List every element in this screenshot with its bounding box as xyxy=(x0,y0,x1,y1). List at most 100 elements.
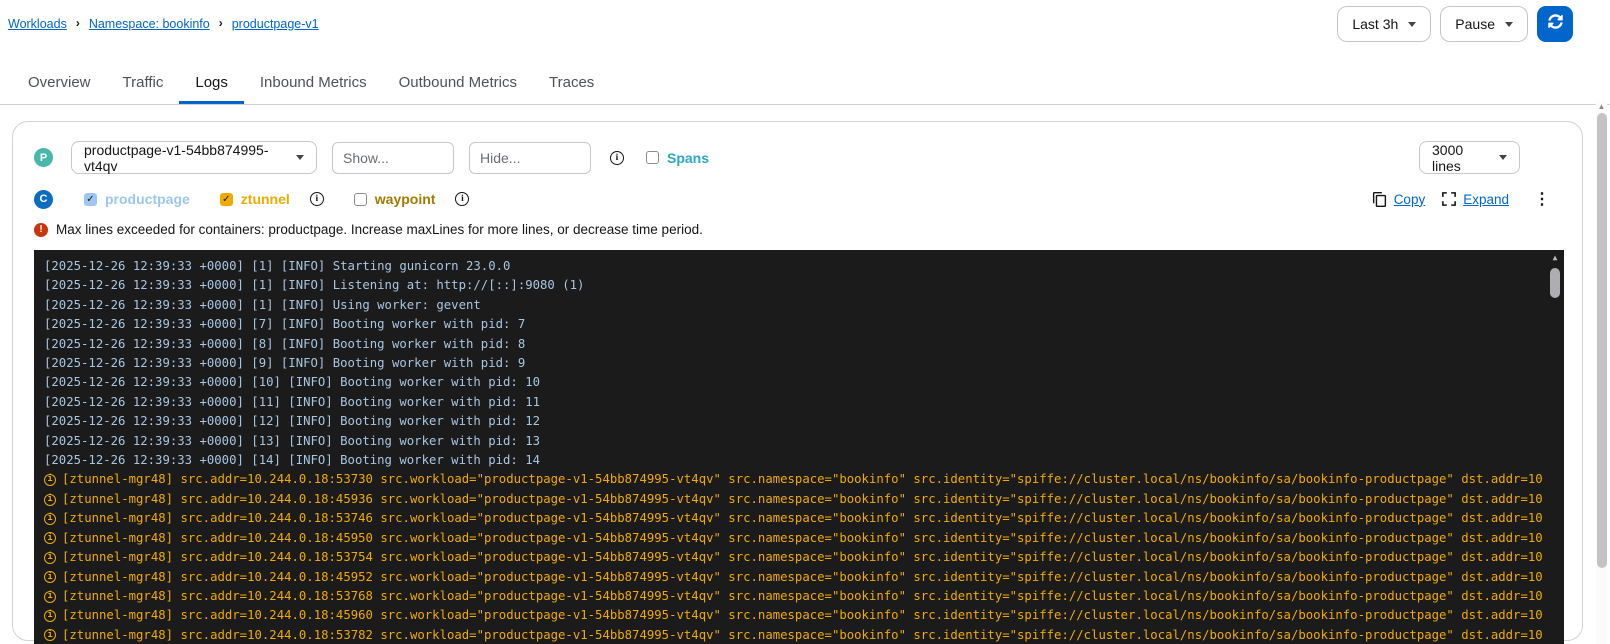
page-scrollbar[interactable]: ▲ xyxy=(1596,101,1607,644)
info-circle-icon: i xyxy=(44,610,56,623)
waypoint-info-icon[interactable]: i xyxy=(455,192,470,206)
log-line-text: [2025-12-26 12:39:33 +0000] [8] [INFO] B… xyxy=(44,336,526,351)
info-circle-icon: i xyxy=(44,512,56,525)
time-range-dropdown[interactable]: Last 3h xyxy=(1337,6,1432,42)
exclamation-circle-icon: ! xyxy=(34,222,48,237)
log-line: [2025-12-26 12:39:33 +0000] [10] [INFO] … xyxy=(44,373,1544,392)
log-line-text: [ztunnel-mgr48] src.addr=10.244.0.18:537… xyxy=(62,472,1544,487)
log-line-text: [2025-12-26 12:39:33 +0000] [1] [INFO] S… xyxy=(44,259,511,273)
pod-select-value: productpage-v1-54bb874995-vt4qv xyxy=(84,141,269,174)
log-line: i [ztunnel-mgr48] src.addr=10.244.0.18:53… xyxy=(44,470,1544,489)
tab-traffic[interactable]: Traffic xyxy=(107,64,180,104)
waypoint-checkbox[interactable] xyxy=(353,192,367,206)
breadcrumb-namespace[interactable]: Namespace: bookinfo xyxy=(89,17,210,31)
log-lines: [2025-12-26 12:39:33 +0000] [1] [INFO] S… xyxy=(44,257,1544,644)
log-line-text: [2025-12-26 12:39:33 +0000] [7] [INFO] B… xyxy=(44,317,526,332)
containers-toolbar: C ✓ productpage ✓ ztunnel i waypoint i Copy Ex… xyxy=(34,189,1582,209)
container-badge-icon: C xyxy=(34,189,53,209)
spans-label: Spans xyxy=(667,149,710,166)
header-controls: Last 3h Pause xyxy=(1337,6,1573,42)
chevron-right-icon: › xyxy=(218,16,223,30)
log-line: i [ztunnel-mgr48] src.addr=10.244.0.18:45… xyxy=(44,568,1544,587)
log-viewer[interactable]: [2025-12-26 12:39:33 +0000] [1] [INFO] S… xyxy=(34,250,1564,644)
log-line: [2025-12-26 12:39:33 +0000] [1] [INFO] S… xyxy=(44,257,1544,276)
log-line-text: [2025-12-26 12:39:33 +0000] [1] [INFO] L… xyxy=(44,278,585,293)
chevron-right-icon: › xyxy=(75,16,80,30)
log-line: [2025-12-26 12:39:33 +0000] [14] [INFO] … xyxy=(44,451,1544,470)
chevron-down-icon xyxy=(1408,21,1417,27)
log-line: i [ztunnel-mgr48] src.addr=10.244.0.18:45… xyxy=(44,606,1544,625)
log-line: i [ztunnel-mgr48] src.addr=10.244.0.18:53… xyxy=(44,587,1544,606)
container-toggle-waypoint[interactable]: waypoint i xyxy=(353,191,470,207)
hide-filter-input[interactable] xyxy=(469,141,591,174)
copy-link[interactable]: Copy xyxy=(1394,192,1426,207)
expand-icon xyxy=(1442,192,1457,206)
log-line-text: [2025-12-26 12:39:33 +0000] [13] [INFO] … xyxy=(44,433,541,448)
log-line: [2025-12-26 12:39:33 +0000] [9] [INFO] B… xyxy=(44,354,1544,373)
log-line-text: [2025-12-26 12:39:33 +0000] [12] [INFO] … xyxy=(44,414,541,429)
logs-card: P productpage-v1-54bb874995-vt4qv i Span… xyxy=(12,121,1583,644)
log-line-text: [ztunnel-mgr48] src.addr=10.244.0.18:537… xyxy=(62,627,1544,642)
log-line-text: [2025-12-26 12:39:33 +0000] [10] [INFO] … xyxy=(44,375,541,390)
log-line-text: [ztunnel-mgr48] src.addr=10.244.0.18:537… xyxy=(62,550,1544,565)
log-toolbar: P productpage-v1-54bb874995-vt4qv i Span… xyxy=(34,141,1582,174)
tab-logs[interactable]: Logs xyxy=(179,64,244,104)
log-line: [2025-12-26 12:39:33 +0000] [1] [INFO] U… xyxy=(44,296,1544,315)
kebab-menu-icon[interactable]: ⋮ xyxy=(1534,189,1550,209)
waypoint-label: waypoint xyxy=(374,191,436,207)
info-circle-icon: i xyxy=(44,532,56,545)
log-line: i [ztunnel-mgr48] src.addr=10.244.0.18:45… xyxy=(44,529,1544,548)
log-line: [2025-12-26 12:39:33 +0000] [11] [INFO] … xyxy=(44,393,1544,412)
breadcrumb-workload-name[interactable]: productpage-v1 xyxy=(232,17,319,31)
scroll-up-icon[interactable]: ▲ xyxy=(1553,253,1558,263)
info-circle-icon: i xyxy=(44,551,56,564)
breadcrumb-workloads[interactable]: Workloads xyxy=(8,17,67,31)
chevron-down-icon xyxy=(1505,21,1513,27)
chevron-down-icon xyxy=(296,155,304,160)
container-toggle-productpage[interactable]: ✓ productpage xyxy=(84,191,190,207)
refresh-icon xyxy=(1547,14,1563,34)
tab-inbound-metrics[interactable]: Inbound Metrics xyxy=(244,64,383,104)
warning-text: Max lines exceeded for containers: produ… xyxy=(56,222,703,237)
info-circle-icon: i xyxy=(44,493,56,506)
log-line-text: [ztunnel-mgr48] src.addr=10.244.0.18:537… xyxy=(62,588,1544,603)
log-line-text: [2025-12-26 12:39:33 +0000] [9] [INFO] B… xyxy=(44,356,526,371)
log-line: i [ztunnel-mgr48] src.addr=10.244.0.18:53… xyxy=(44,509,1544,528)
page-scrollbar-thumb[interactable] xyxy=(1596,113,1607,568)
pod-select[interactable]: productpage-v1-54bb874995-vt4qv xyxy=(71,141,317,174)
productpage-label: productpage xyxy=(105,191,190,207)
time-range-value: Last 3h xyxy=(1352,16,1399,32)
log-line: i [ztunnel-mgr48] src.addr=10.244.0.18:53… xyxy=(44,626,1544,644)
log-scrollbar[interactable]: ▲ xyxy=(1548,253,1562,298)
log-line-text: [ztunnel-mgr48] src.addr=10.244.0.18:459… xyxy=(62,530,1544,545)
productpage-checkbox[interactable]: ✓ xyxy=(84,192,97,206)
max-lines-select[interactable]: 3000 lines xyxy=(1419,141,1520,174)
tab-overview[interactable]: Overview xyxy=(12,64,107,104)
log-line-text: [ztunnel-mgr48] src.addr=10.244.0.18:459… xyxy=(62,491,1544,506)
max-lines-value: 3000 lines xyxy=(1432,141,1464,174)
log-line: i [ztunnel-mgr48] src.addr=10.244.0.18:45… xyxy=(44,490,1544,509)
tab-bar: Overview Traffic Logs Inbound Metrics Ou… xyxy=(0,64,1610,105)
spans-checkbox[interactable] xyxy=(646,151,659,164)
info-circle-icon: i xyxy=(44,474,56,487)
refresh-button[interactable] xyxy=(1537,6,1573,42)
scroll-up-icon[interactable]: ▲ xyxy=(1596,101,1607,113)
copy-icon xyxy=(1372,191,1387,207)
container-toggle-ztunnel[interactable]: ✓ ztunnel i xyxy=(219,191,324,207)
container-checkbox-list: ✓ productpage ✓ ztunnel i waypoint i xyxy=(84,191,470,207)
log-line-text: [ztunnel-mgr48] src.addr=10.244.0.18:459… xyxy=(62,569,1544,584)
ztunnel-checkbox[interactable]: ✓ xyxy=(219,192,233,206)
tab-traces[interactable]: Traces xyxy=(533,64,610,104)
ztunnel-info-icon[interactable]: i xyxy=(309,192,324,206)
refresh-interval-dropdown[interactable]: Pause xyxy=(1440,6,1528,42)
expand-link[interactable]: Expand xyxy=(1463,192,1509,207)
log-line-text: [ztunnel-mgr48] src.addr=10.244.0.18:537… xyxy=(62,511,1544,526)
log-scrollbar-thumb[interactable] xyxy=(1550,268,1560,298)
info-circle-icon: i xyxy=(44,629,56,642)
log-line-text: [ztunnel-mgr48] src.addr=10.244.0.18:459… xyxy=(62,608,1544,623)
log-line: [2025-12-26 12:39:33 +0000] [7] [INFO] B… xyxy=(44,315,1544,334)
show-filter-input[interactable] xyxy=(332,141,454,174)
filter-info-icon[interactable]: i xyxy=(610,150,624,165)
info-circle-icon: i xyxy=(44,571,56,584)
tab-outbound-metrics[interactable]: Outbound Metrics xyxy=(383,64,533,104)
